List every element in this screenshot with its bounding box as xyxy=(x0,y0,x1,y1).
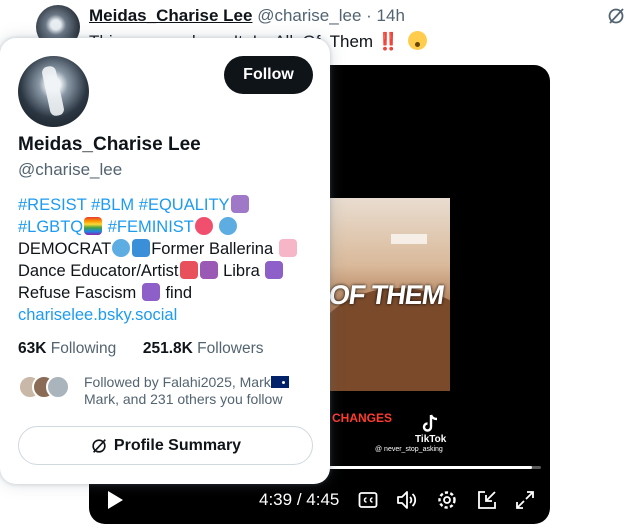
blue-heart-emoji-2 xyxy=(112,239,131,257)
ballet-shoes-emoji xyxy=(278,239,297,257)
blue-heart-emoji xyxy=(219,217,238,235)
followers-label: Followers xyxy=(197,340,264,357)
tweet-time[interactable]: 14h xyxy=(377,6,405,25)
volume-icon[interactable] xyxy=(396,489,418,511)
grok-icon[interactable] xyxy=(606,6,626,26)
sparkling-heart-emoji xyxy=(194,217,213,235)
video-caption-text: CHANGES xyxy=(332,411,393,425)
duration: 4:45 xyxy=(306,490,340,509)
tiktok-handle: @ never_stop_asking xyxy=(375,446,443,453)
grok-icon xyxy=(92,438,106,453)
hashtag-lgbtq[interactable]: #LGBTQ xyxy=(18,218,83,236)
performing-arts-emoji xyxy=(199,261,218,279)
closed-captions-icon[interactable] xyxy=(358,489,378,511)
dancer-emoji xyxy=(179,261,198,279)
tweet-header: Meidas_Charise Lee @charise_lee · 14h xyxy=(89,6,405,26)
play-icon[interactable] xyxy=(105,489,125,511)
followed-by-text[interactable]: Followed by Falahi2025, Mark Mark, and 2… xyxy=(84,374,314,408)
followed-by-line-2: Mark, and 231 others you follow xyxy=(84,391,283,407)
profile-summary-button[interactable]: Profile Summary xyxy=(18,426,313,465)
wave-emoji xyxy=(132,239,151,257)
profile-summary-label: Profile Summary xyxy=(113,436,242,454)
following-stat[interactable]: 63K Following xyxy=(18,340,116,357)
video-time: 4:39 / 4:45 xyxy=(259,490,339,510)
tweet-author-handle[interactable]: @charise_lee xyxy=(257,6,361,25)
hashtag-feminist[interactable]: #FEMINIST xyxy=(108,218,194,236)
following-label: Following xyxy=(50,340,117,357)
bio-democrat: DEMOCRAT xyxy=(18,240,112,258)
tiktok-label: TikTok xyxy=(415,434,447,445)
bio-line-4: Dance Educator/Artist Libra xyxy=(18,260,318,282)
peace-symbol-emoji xyxy=(230,195,249,213)
video-overlay-text: OF THEM xyxy=(329,280,446,310)
bio-ballerina: Former Ballerina xyxy=(151,240,274,258)
profile-stats: 63K Following 251.8K Followers xyxy=(18,340,263,358)
following-count: 63K xyxy=(18,340,47,357)
bio-educator: Dance Educator/Artist xyxy=(18,262,179,280)
hollywood-sign xyxy=(391,234,427,244)
followers-count: 251.8K xyxy=(142,340,193,357)
australia-flag-emoji xyxy=(270,376,289,388)
followed-by-line-1: Followed by Falahi2025, Mark xyxy=(84,374,271,390)
current-time: 4:39 xyxy=(259,490,293,509)
bio-line-3: DEMOCRAT Former Ballerina xyxy=(18,238,318,260)
hashtag-blm[interactable]: #BLM xyxy=(91,196,134,214)
settings-icon[interactable] xyxy=(436,489,458,511)
dock-icon[interactable] xyxy=(476,489,498,511)
hashtag-equality[interactable]: #EQUALITY xyxy=(139,196,230,214)
bio-line-6: chariselee.bsky.social xyxy=(18,304,318,326)
rainbow-emoji xyxy=(84,217,103,235)
followers-stat[interactable]: 251.8K Followers xyxy=(143,340,264,357)
tweet-author-name[interactable]: Meidas_Charise Lee xyxy=(89,6,252,25)
profile-hovercard: Follow Meidas_Charise Lee @charise_lee #… xyxy=(0,38,330,484)
tweet-separator: · xyxy=(366,6,372,25)
fullscreen-icon[interactable] xyxy=(515,489,535,511)
mutual-follower-avatars[interactable] xyxy=(18,375,72,401)
bio-find: find xyxy=(165,284,193,302)
profile-bio: #RESIST #BLM #EQUALITY #LGBTQ #FEMINIST … xyxy=(18,194,318,326)
libra-emoji xyxy=(265,261,284,279)
profile-avatar[interactable] xyxy=(18,56,89,127)
bio-line-5: Refuse Fascism find xyxy=(18,282,318,304)
bio-line-1: #RESIST #BLM #EQUALITY xyxy=(18,194,318,216)
profile-handle[interactable]: @charise_lee xyxy=(18,160,122,180)
bio-line-2: #LGBTQ #FEMINIST xyxy=(18,216,318,238)
star-of-david-emoji xyxy=(141,283,160,301)
bio-refuse: Refuse Fascism xyxy=(18,284,137,302)
mutual-avatar-3 xyxy=(46,375,70,399)
time-separator: / xyxy=(296,490,302,509)
page: Meidas_Charise Lee @charise_lee · 14h Th… xyxy=(0,0,626,531)
tiktok-logo-icon xyxy=(422,414,438,432)
hashtag-resist[interactable]: #RESIST xyxy=(18,196,86,214)
bio-libra: Libra xyxy=(223,262,260,280)
video-frame: OF THEM xyxy=(329,198,450,391)
bio-link[interactable]: chariselee.bsky.social xyxy=(18,306,177,324)
follow-button[interactable]: Follow xyxy=(224,56,313,94)
profile-name[interactable]: Meidas_Charise Lee xyxy=(18,134,201,156)
flushed-face-emoji xyxy=(407,31,427,50)
double-exclamation-emoji: ‼️ xyxy=(377,32,399,51)
